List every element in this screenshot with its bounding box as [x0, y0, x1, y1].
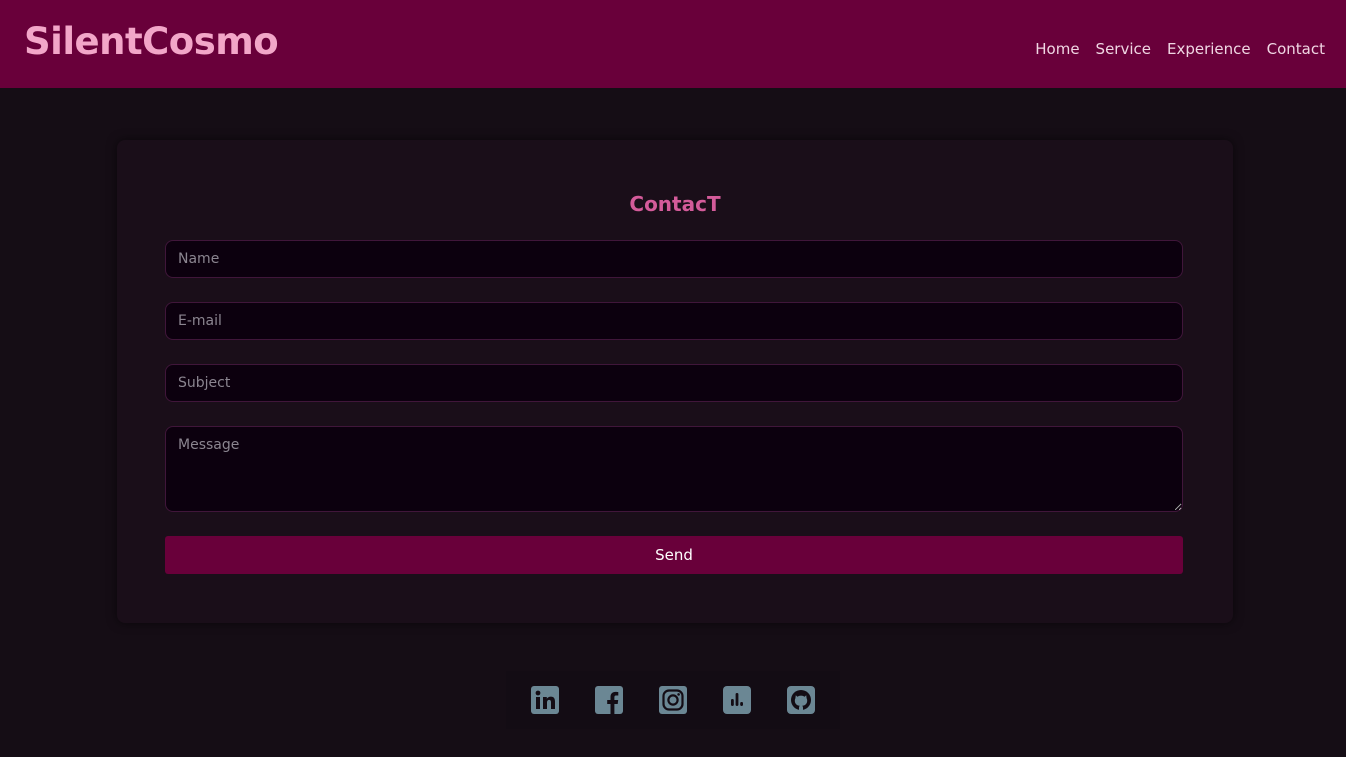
linkedin-icon[interactable]	[531, 686, 559, 714]
nav-home[interactable]: Home	[1035, 38, 1079, 60]
nav-service[interactable]: Service	[1096, 38, 1151, 60]
nav-contact[interactable]: Contact	[1267, 38, 1325, 60]
brand-logo[interactable]: SilentCosmo	[24, 17, 279, 67]
main-nav: Home Service Experience Contact	[1035, 38, 1325, 60]
contact-title: ContacT	[629, 192, 721, 216]
instagram-icon[interactable]	[659, 686, 687, 714]
header: SilentCosmo Home Service Experience Cont…	[0, 0, 1346, 88]
social-links	[506, 671, 840, 729]
nav-experience[interactable]: Experience	[1167, 38, 1251, 60]
contact-card: ContacT Send	[117, 140, 1233, 623]
subject-input[interactable]	[165, 364, 1183, 402]
send-button[interactable]: Send	[165, 536, 1183, 574]
chart-icon[interactable]	[723, 686, 751, 714]
github-icon[interactable]	[787, 686, 815, 714]
message-textarea[interactable]	[165, 426, 1183, 512]
email-input[interactable]	[165, 302, 1183, 340]
facebook-icon[interactable]	[595, 686, 623, 714]
name-input[interactable]	[165, 240, 1183, 278]
